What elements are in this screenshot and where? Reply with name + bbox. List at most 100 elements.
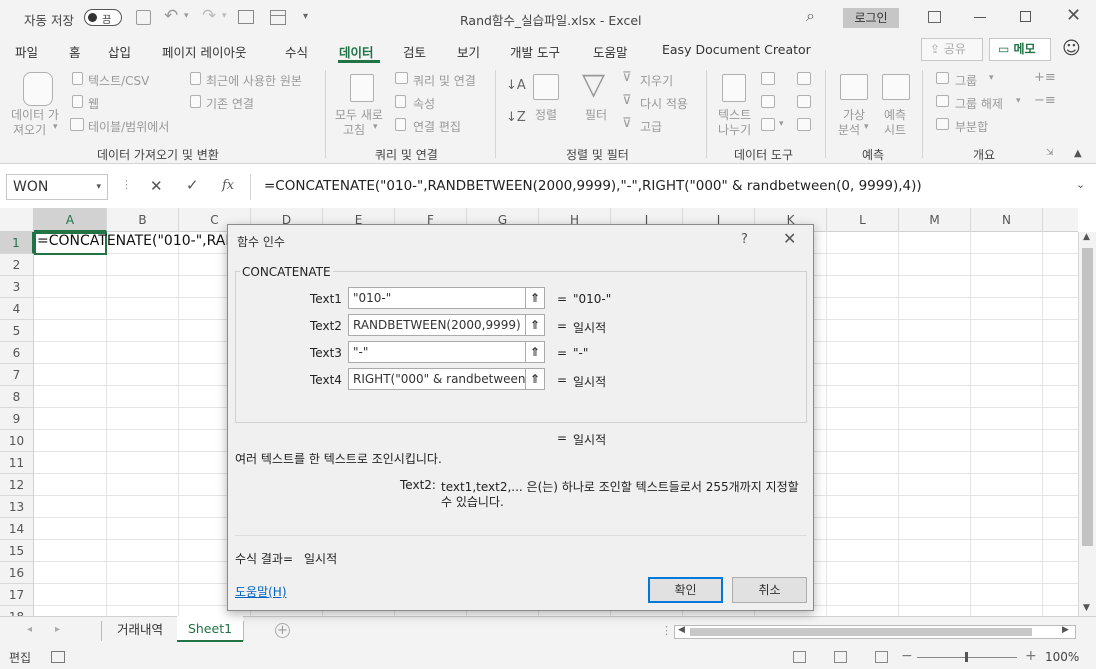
ribbon-display-icon[interactable] <box>928 11 941 23</box>
customize-qat-icon[interactable]: ▾ <box>303 11 308 22</box>
tab-developer[interactable]: 개발 도구 <box>510 42 560 61</box>
column-header[interactable]: A <box>34 208 107 232</box>
close-icon[interactable]: ✕ <box>1066 5 1081 26</box>
flash-fill-icon[interactable] <box>761 72 775 85</box>
close-icon[interactable]: ✕ <box>783 229 796 248</box>
enter-formula-icon[interactable]: ✓ <box>186 176 199 194</box>
normal-view-icon[interactable] <box>793 651 806 663</box>
row-header[interactable]: 7 <box>0 364 34 386</box>
column-header[interactable]: N <box>971 208 1043 232</box>
data-model-icon[interactable] <box>797 118 811 131</box>
row-header[interactable]: 6 <box>0 342 34 364</box>
arg-input-text1[interactable]: "010-" <box>348 287 526 309</box>
sheet-tab[interactable]: 거래내역 <box>104 617 176 643</box>
row-header[interactable]: 1 <box>0 232 34 254</box>
smiley-icon[interactable]: ☺ <box>1062 38 1081 59</box>
row-header[interactable]: 4 <box>0 298 34 320</box>
collapse-ribbon-icon[interactable]: ▲ <box>1074 148 1082 159</box>
zoom-out-icon[interactable]: − <box>901 648 913 664</box>
page-break-view-icon[interactable] <box>875 651 888 663</box>
collapse-dialog-icon[interactable]: ⇑ <box>525 314 545 336</box>
add-sheet-icon[interactable]: + <box>275 623 290 638</box>
form-icon[interactable] <box>238 10 254 24</box>
tab-file[interactable]: 파일 <box>15 42 38 61</box>
next-sheet-icon[interactable]: ▸ <box>55 624 60 635</box>
row-header[interactable]: 14 <box>0 518 34 540</box>
from-table-range[interactable]: 테이블/범위에서 <box>88 118 169 135</box>
sort-za-icon[interactable]: ↓Z <box>506 110 526 125</box>
login-button[interactable]: 로그인 <box>843 8 899 28</box>
relationships-icon[interactable] <box>797 95 811 108</box>
help-icon[interactable]: ? <box>741 232 748 247</box>
redo-icon[interactable]: ↷ <box>202 6 216 26</box>
recent-sources[interactable]: 최근에 사용한 원본 <box>206 72 302 89</box>
row-header[interactable]: 8 <box>0 386 34 408</box>
scroll-right-icon[interactable]: ▶ <box>1062 625 1069 635</box>
layout-icon[interactable] <box>270 10 286 25</box>
row-header[interactable]: 18 <box>0 606 34 616</box>
tab-view[interactable]: 보기 <box>457 42 480 61</box>
zoom-in-icon[interactable]: + <box>1025 648 1037 664</box>
undo-dropdown-icon[interactable]: ▾ <box>184 11 189 21</box>
scroll-left-icon[interactable]: ◀ <box>678 625 685 635</box>
undo-icon[interactable]: ↶ <box>164 6 178 26</box>
tab-review[interactable]: 검토 <box>403 42 426 61</box>
column-header[interactable]: B <box>107 208 179 232</box>
zoom-slider-thumb[interactable] <box>965 652 968 662</box>
row-header[interactable]: 2 <box>0 254 34 276</box>
ok-button[interactable]: 확인 <box>648 577 723 603</box>
tab-home[interactable]: 홈 <box>69 42 81 61</box>
formula-input[interactable]: =CONCATENATE("010-",RANDBETWEEN(2000,999… <box>264 178 1064 194</box>
text-to-columns-label-2[interactable]: 나누기 <box>718 121 751 138</box>
scroll-down-icon[interactable]: ▼ <box>1083 603 1090 613</box>
remove-duplicates-icon[interactable] <box>761 95 775 108</box>
row-header[interactable]: 10 <box>0 430 34 452</box>
select-all-corner[interactable] <box>0 208 34 232</box>
memo-button[interactable]: ▭ 메모 <box>989 38 1051 61</box>
collapse-dialog-icon[interactable]: ⇑ <box>525 341 545 363</box>
scrollbar-thumb[interactable] <box>1082 248 1093 546</box>
from-web[interactable]: 웹 <box>88 95 99 112</box>
name-box[interactable]: WON ▾ <box>6 174 108 200</box>
row-header[interactable]: 17 <box>0 584 34 606</box>
help-link[interactable]: 도움말(H) <box>235 583 287 600</box>
sort-button[interactable]: 정렬 <box>535 106 557 123</box>
row-header[interactable]: 11 <box>0 452 34 474</box>
horizontal-scrollbar[interactable]: ◀ ▶ <box>674 625 1076 639</box>
tab-page-layout[interactable]: 페이지 레이아웃 <box>162 42 246 61</box>
collapse-dialog-icon[interactable]: ⇑ <box>525 287 545 309</box>
get-data-label-2[interactable]: 져오기 <box>13 121 46 138</box>
expand-formula-icon[interactable]: ⌄ <box>1076 178 1085 191</box>
cell-a1[interactable]: =CONCATENATE("010-",RAN <box>37 233 236 249</box>
arg-input-text3[interactable]: "-" <box>348 341 526 363</box>
show-detail-icon[interactable]: +≡ <box>1034 70 1056 85</box>
row-header[interactable]: 3 <box>0 276 34 298</box>
forecast-sheet-label-2[interactable]: 시트 <box>884 121 906 138</box>
properties[interactable]: 속성 <box>413 95 435 112</box>
cancel-button[interactable]: 취소 <box>732 577 807 603</box>
macro-record-icon[interactable] <box>51 651 65 663</box>
minimize-icon[interactable] <box>974 17 986 18</box>
search-icon[interactable]: ⌕ <box>806 6 815 26</box>
row-header[interactable]: 5 <box>0 320 34 342</box>
row-header[interactable]: 15 <box>0 540 34 562</box>
row-header[interactable]: 16 <box>0 562 34 584</box>
chevron-down-icon[interactable]: ▾ <box>96 175 101 199</box>
filter-button[interactable]: 필터 <box>585 106 607 123</box>
vertical-scrollbar[interactable]: ▲ ▼ <box>1078 232 1096 616</box>
dialog-launcher-icon[interactable]: ⇲ <box>1046 148 1054 158</box>
existing-connections[interactable]: 기존 연결 <box>206 95 254 112</box>
redo-dropdown-icon[interactable]: ▾ <box>222 11 227 21</box>
scroll-up-icon[interactable]: ▲ <box>1083 232 1090 242</box>
what-if-label-2[interactable]: 분석 <box>838 121 860 138</box>
subtotal-button[interactable]: 부분합 <box>955 118 988 135</box>
tab-data[interactable]: 데이터 <box>339 42 374 61</box>
column-header[interactable]: M <box>899 208 971 232</box>
maximize-icon[interactable] <box>1020 11 1031 22</box>
queries-connections[interactable]: 쿼리 및 연결 <box>413 72 476 89</box>
reapply-filter[interactable]: 다시 적용 <box>640 95 688 112</box>
advanced-filter[interactable]: 고급 <box>640 118 662 135</box>
arg-input-text2[interactable]: RANDBETWEEN(2000,9999) <box>348 314 526 336</box>
tab-easy-document-creator[interactable]: Easy Document Creator <box>662 42 811 57</box>
row-header[interactable]: 9 <box>0 408 34 430</box>
